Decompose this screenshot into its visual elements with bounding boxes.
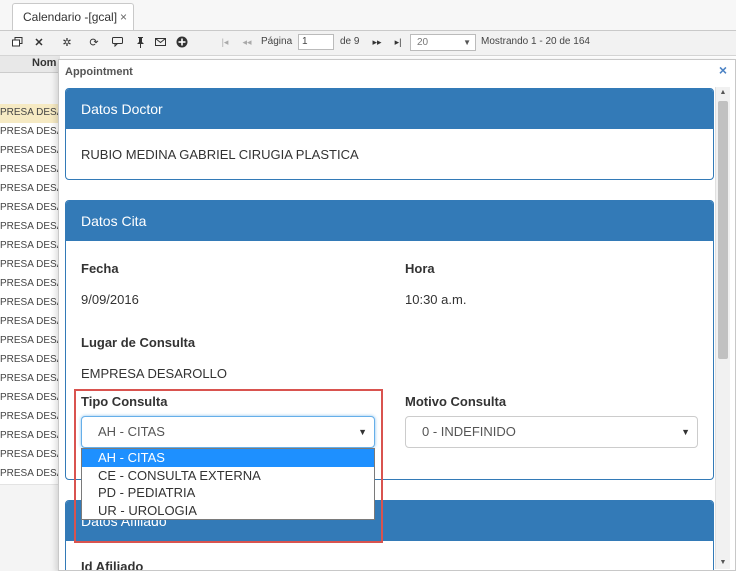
table-row[interactable]: PRESA DESA <box>0 199 60 219</box>
first-page-icon[interactable]: |◂ <box>218 35 232 49</box>
table-row[interactable]: PRESA DESA <box>0 275 60 295</box>
tab-label: Calendario -[gcal] <box>23 10 118 24</box>
table-row[interactable]: PRESA DESA <box>0 427 60 447</box>
id-afiliado-label: Id Afiliado <box>81 559 144 570</box>
gear-icon[interactable]: ✲ <box>60 35 74 49</box>
table-row[interactable]: PRESA DESA <box>0 370 60 390</box>
lugar-value: EMPRESA DESAROLLO <box>81 366 227 381</box>
hora-label: Hora <box>405 261 435 276</box>
table-row[interactable]: PRESA DESA <box>0 161 60 181</box>
page-size-value: 20 <box>417 37 429 48</box>
tipo-consulta-dropdown: AH - CITAS CE - CONSULTA EXTERNA PD - PE… <box>81 448 375 520</box>
panel-heading: Datos Doctor <box>66 89 713 129</box>
dialog-title: Appointment <box>65 66 133 78</box>
next-page-icon[interactable]: ▸▸ <box>370 35 384 49</box>
scroll-down-icon[interactable]: ▼ <box>716 557 730 569</box>
page-input[interactable]: 1 <box>298 34 334 50</box>
scroll-thumb[interactable] <box>718 101 728 359</box>
doctor-name: RUBIO MEDINA GABRIEL CIRUGIA PLASTICA <box>81 147 359 162</box>
page-size-select[interactable]: 20 ▼ <box>410 34 476 51</box>
panel-datos-cita: Datos Cita Fecha 9/09/2016 Hora 10:30 a.… <box>65 200 714 480</box>
table-row[interactable]: PRESA DESA <box>0 408 60 428</box>
panel-heading: Datos Cita <box>66 201 713 241</box>
tab-calendario[interactable]: Calendario -[gcal] × <box>12 3 134 30</box>
refresh-icon[interactable]: ⟳ <box>87 35 101 49</box>
table-row[interactable]: PRESA DESA <box>0 332 60 352</box>
tipo-consulta-value: AH - CITAS <box>98 424 165 439</box>
table-row[interactable]: PRESA DESA <box>0 104 60 124</box>
motivo-consulta-select[interactable]: 0 - INDEFINIDO ▼ <box>405 416 698 448</box>
fecha-value: 9/09/2016 <box>81 292 139 307</box>
dropdown-option[interactable]: PD - PEDIATRIA <box>82 484 374 502</box>
dropdown-option[interactable]: UR - UROLOGIA <box>82 502 374 520</box>
fecha-label: Fecha <box>81 261 119 276</box>
chevron-down-icon: ▼ <box>681 427 690 437</box>
lugar-label: Lugar de Consulta <box>81 335 196 350</box>
range-text: Mostrando 1 - 20 de 164 <box>481 36 590 47</box>
dialog-scrollbar[interactable]: ▲ ▼ <box>715 87 730 569</box>
hora-value: 10:30 a.m. <box>405 292 467 307</box>
table-row[interactable]: PRESA DESA <box>0 294 60 314</box>
chevron-down-icon: ▼ <box>463 38 471 47</box>
dropdown-option[interactable]: CE - CONSULTA EXTERNA <box>82 467 374 485</box>
page-count: de 9 <box>340 36 360 47</box>
table-row[interactable]: PRESA DESA <box>0 351 60 371</box>
grid-column-header[interactable]: Nom <box>0 56 60 73</box>
mail-icon[interactable] <box>153 35 167 49</box>
dropdown-option[interactable]: AH - CITAS <box>82 449 374 467</box>
tab-bar: Calendario -[gcal] × <box>0 0 736 31</box>
panel-datos-doctor: Datos Doctor RUBIO MEDINA GABRIEL CIRUGI… <box>65 88 714 180</box>
close-icon[interactable]: × <box>719 62 727 78</box>
table-row[interactable]: PRESA DESA <box>0 218 60 238</box>
motivo-consulta-value: 0 - INDEFINIDO <box>422 424 516 439</box>
restore-window-icon[interactable] <box>10 35 24 49</box>
table-row[interactable]: PRESA DESA <box>0 465 60 485</box>
chevron-down-icon: ▼ <box>358 427 367 437</box>
table-row[interactable]: PRESA DESA <box>0 142 60 162</box>
page-label: Página <box>261 36 293 47</box>
tipo-consulta-label: Tipo Consulta <box>81 394 168 409</box>
table-row[interactable]: PRESA DESA <box>0 123 60 143</box>
column-label: Nom <box>32 57 57 69</box>
motivo-consulta-label: Motivo Consulta <box>405 394 507 409</box>
delete-icon[interactable]: ✕ <box>32 35 46 49</box>
tab-close-icon[interactable]: × <box>120 4 127 30</box>
table-row[interactable]: PRESA DESA <box>0 313 60 333</box>
table-row[interactable]: PRESA DESA <box>0 237 60 257</box>
prev-page-icon[interactable]: ◂◂ <box>240 35 254 49</box>
pin-icon[interactable] <box>133 35 147 49</box>
comment-icon[interactable] <box>110 35 124 49</box>
scroll-up-icon[interactable]: ▲ <box>716 87 730 99</box>
grid-toolbar: ✕ ✲ ⟳ |◂ ◂◂ Página 1 de 9 ▸▸ ▸| 20 ▼ Mos… <box>0 31 736 56</box>
table-row[interactable]: PRESA DESA <box>0 180 60 200</box>
add-icon[interactable] <box>175 35 189 49</box>
table-row[interactable]: PRESA DESA <box>0 389 60 409</box>
table-row[interactable]: PRESA DESA <box>0 256 60 276</box>
last-page-icon[interactable]: ▸| <box>391 35 405 49</box>
table-row[interactable]: PRESA DESA <box>0 446 60 466</box>
tipo-consulta-select[interactable]: AH - CITAS ▼ <box>81 416 375 448</box>
